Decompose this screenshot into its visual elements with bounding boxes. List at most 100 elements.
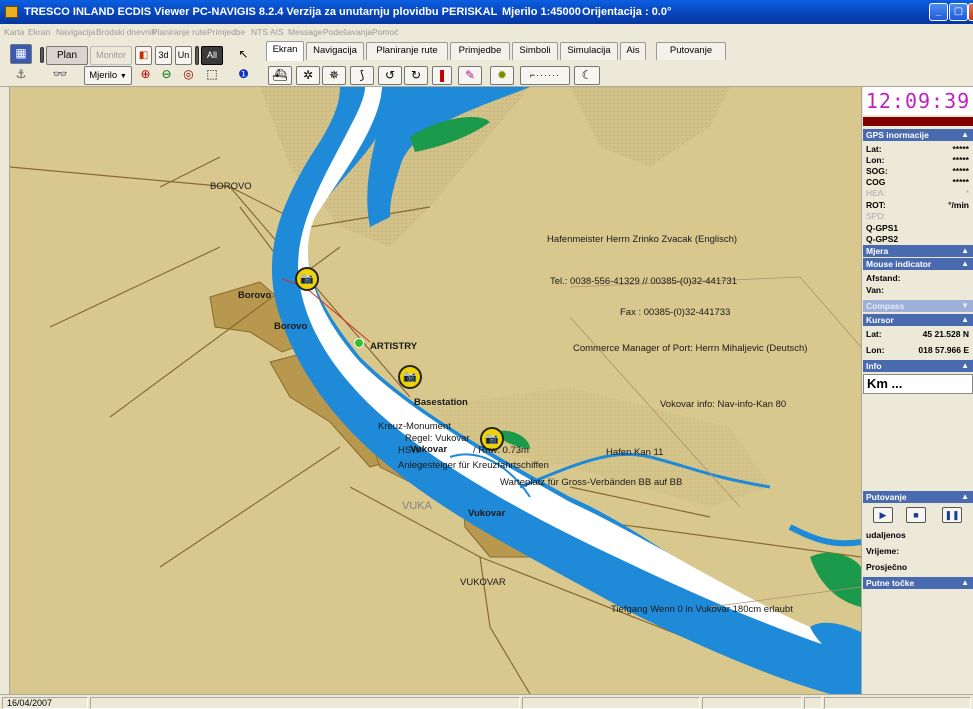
gps-lon-value: ***** xyxy=(952,155,969,165)
compass-rose-icon[interactable]: ✵ xyxy=(322,66,346,85)
gps-cog-value: ***** xyxy=(952,177,969,187)
binoculars-icon[interactable]: 👓 xyxy=(40,66,80,85)
btn-all[interactable]: All xyxy=(201,46,223,65)
window-title: TRESCO INLAND ECDIS Viewer PC-NAVIGIS 8.… xyxy=(24,6,498,18)
mouse-indicator-label: Mouse indicator xyxy=(866,259,932,269)
title-bar[interactable]: TRESCO INLAND ECDIS Viewer PC-NAVIGIS 8.… xyxy=(0,0,973,24)
kursor-lat-label: Lat: xyxy=(866,329,882,339)
menu-planiranje-rute[interactable]: Planiranje rute xyxy=(152,27,207,37)
center-icon[interactable]: ◎ xyxy=(179,66,198,85)
port-office-marker[interactable]: 📷 xyxy=(295,267,319,291)
gps-rot-value: °/min xyxy=(948,200,969,210)
menu-nts[interactable]: NTS xyxy=(251,27,268,37)
menu-karta[interactable]: Karta xyxy=(4,27,24,37)
menu-pomoc[interactable]: Pomoć xyxy=(372,27,398,37)
info-icon[interactable]: ❶ xyxy=(234,66,253,85)
grid-icon[interactable]: ✲ xyxy=(296,66,320,85)
play-button[interactable]: ▶ xyxy=(873,507,893,523)
anchor-icon[interactable]: ⚓ xyxy=(10,66,32,85)
menu-navigacija[interactable]: Navigacija xyxy=(56,27,95,37)
btn-3d[interactable]: 3d xyxy=(155,46,172,65)
compass-label: Compass xyxy=(866,301,905,311)
night-mode-icon[interactable]: ☾ xyxy=(574,66,600,85)
menu-message[interactable]: Message xyxy=(288,27,323,37)
info-section-header[interactable]: Info ▲ xyxy=(863,360,973,372)
layers-icon[interactable]: ◧ xyxy=(135,46,152,65)
gps-hea-label: HEA: xyxy=(866,188,886,198)
port-office-marker[interactable]: 📷 xyxy=(398,365,422,389)
compass-section-header[interactable]: Compass ▼ xyxy=(863,300,973,312)
ais-vessel-icon[interactable] xyxy=(354,338,364,348)
alarm-bar xyxy=(863,117,973,126)
collapse-icon: ▲ xyxy=(961,315,969,324)
gps-lon-label: Lon: xyxy=(866,155,885,165)
menu-ais[interactable]: AIS xyxy=(270,27,284,37)
label-warteplatz: Warteplatz für Gross-Verbänden BB auf BB xyxy=(500,477,683,488)
gps-row-sog: SOG: ***** xyxy=(863,166,973,177)
chart-mode-icon[interactable]: ▦ xyxy=(10,44,32,64)
close-button[interactable] xyxy=(968,3,973,21)
kursor-section-header[interactable]: Kursor ▲ xyxy=(863,314,973,326)
btn-un[interactable]: Un xyxy=(175,46,192,65)
tab-ekran[interactable]: Ekran xyxy=(266,41,304,61)
rotate-alt-icon[interactable]: ↻ xyxy=(404,66,428,85)
afstand-label: Afstand: xyxy=(866,273,901,283)
left-scroll-strip[interactable] xyxy=(0,87,10,694)
label-regel: Regel: Vukovar xyxy=(405,433,470,444)
menu-ekran[interactable]: Ekran xyxy=(28,27,50,37)
gps-row-hea: HEA: * xyxy=(863,188,973,199)
menu-primjedbe[interactable]: Primjedbe xyxy=(207,27,245,37)
putne-tocke-header[interactable]: Putne točke ▲ xyxy=(863,577,973,589)
udaljenos-row: udaljenos xyxy=(863,530,973,541)
qgps2-label: Q-GPS2 xyxy=(866,234,899,244)
brightness-icon[interactable]: ✹ xyxy=(490,66,514,85)
label-kreuz-monument: Kreuz-Monument xyxy=(378,421,451,432)
label-commerce: Commerce Manager of Port: Herrn Mihaljev… xyxy=(573,343,808,354)
tab-primjedbe[interactable]: Primjedbe xyxy=(450,42,510,60)
collapse-icon: ▲ xyxy=(961,492,969,501)
tab-navigacija[interactable]: Navigacija xyxy=(306,42,364,60)
tab-ais[interactable]: Ais xyxy=(620,42,646,60)
maximize-button[interactable]: ▢ xyxy=(949,3,968,21)
menu-podesavanja[interactable]: Podešavanja xyxy=(323,27,372,37)
tab-simboli[interactable]: Simboli xyxy=(512,42,558,60)
monitor-button[interactable]: Monitor xyxy=(90,46,132,65)
mjerilo-dropdown[interactable]: Mjerilo ▼ xyxy=(84,66,132,85)
plan-button[interactable]: Plan xyxy=(46,46,88,65)
stop-button[interactable]: ■ xyxy=(906,507,926,523)
gps-row-rot: ROT: °/min xyxy=(863,200,973,211)
collapse-icon: ▲ xyxy=(961,130,969,139)
zoom-in-icon[interactable]: ⊕ xyxy=(136,66,155,85)
kursor-lat-value: 45 21.528 N xyxy=(922,329,969,339)
collapse-icon: ▲ xyxy=(961,259,969,268)
gps-header-label: GPS inormacije xyxy=(866,130,929,140)
label-borovo-2: Borovo xyxy=(274,321,308,332)
van-row: Van: xyxy=(863,285,973,296)
km-display: Km ... xyxy=(863,374,973,394)
chart-tool-icon[interactable]: ✎ xyxy=(458,66,482,85)
scale-readout: Mjerilo 1:45000 xyxy=(502,6,581,18)
chart-graphics xyxy=(10,87,861,694)
pointer-icon[interactable]: ↖ xyxy=(234,46,253,65)
zoom-window-icon[interactable]: ⬚ xyxy=(201,66,223,85)
label-borovo-town: BOROVO xyxy=(210,181,252,192)
ship-symbol-icon[interactable]: ⛴ xyxy=(268,66,292,85)
putovanje-section-header[interactable]: Putovanje ▲ xyxy=(863,491,973,503)
tab-putovanje[interactable]: Putovanje xyxy=(656,42,726,60)
menu-brodski-dnevnik[interactable]: Brodski dnevnik xyxy=(96,27,156,37)
buoy-icon[interactable]: ❚ xyxy=(432,66,452,85)
tab-simulacija[interactable]: Simulacija xyxy=(560,42,618,60)
pause-button[interactable]: ❚❚ xyxy=(942,507,962,523)
mjera-section-header[interactable]: Mjera ▲ xyxy=(863,245,973,257)
zoom-out-icon[interactable]: ⊖ xyxy=(157,66,176,85)
minimize-button[interactable]: _ xyxy=(929,3,948,21)
gps-section-header[interactable]: GPS inormacije ▲ xyxy=(863,129,973,141)
rotate-icon[interactable]: ↺ xyxy=(378,66,402,85)
tab-planiranje-rute[interactable]: Planiranje rute xyxy=(366,42,448,60)
gps-row-cog: COG ***** xyxy=(863,177,973,188)
route-icon[interactable]: ⟆ xyxy=(350,66,374,85)
brightness-slider[interactable]: ⌐······ xyxy=(520,66,570,85)
label-borovo: Borovo xyxy=(238,290,272,301)
mouse-indicator-header[interactable]: Mouse indicator ▲ xyxy=(863,258,973,270)
chart-canvas[interactable]: 📷 📷 📷 BOROVO Borovo Borovo ARTISTRY Base… xyxy=(10,87,861,694)
